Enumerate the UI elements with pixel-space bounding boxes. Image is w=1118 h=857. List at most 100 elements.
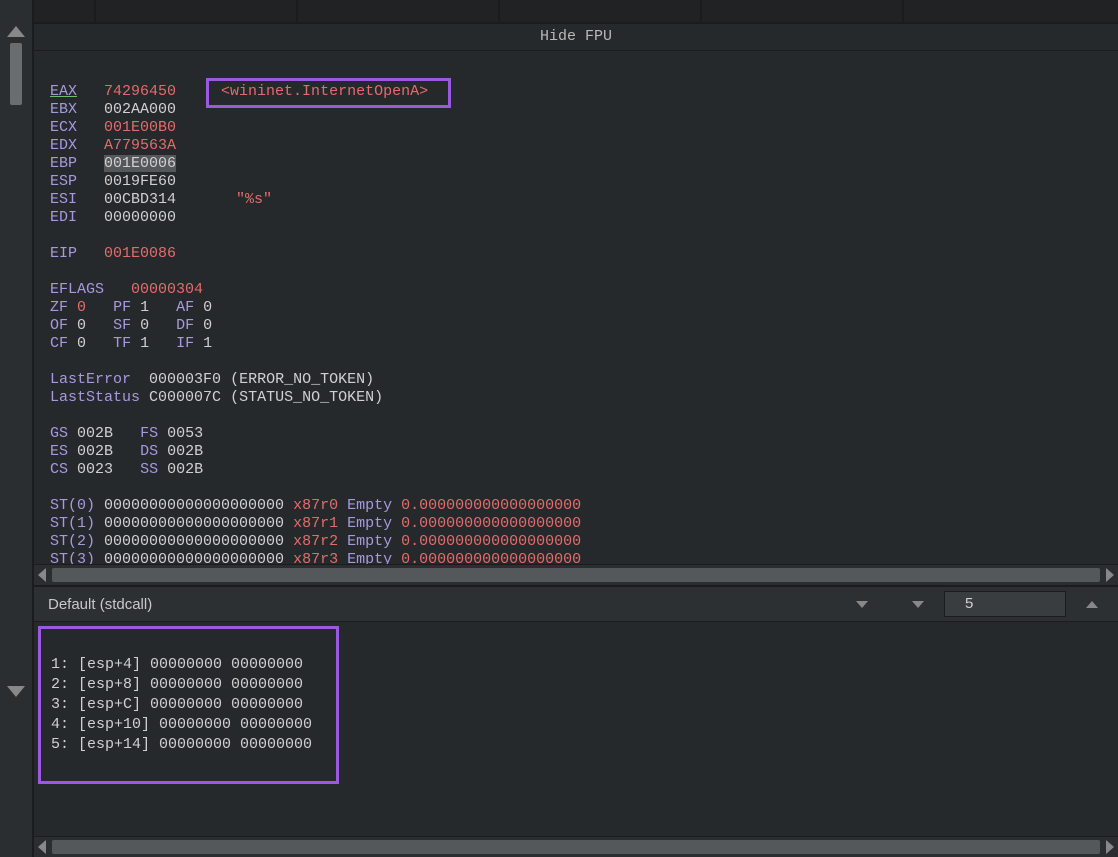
- flag-cf-val[interactable]: 0: [77, 335, 86, 352]
- seg-ss-val[interactable]: 002B: [167, 461, 203, 478]
- flag-of[interactable]: OF: [50, 317, 68, 334]
- arg-count-input[interactable]: 5: [944, 591, 1066, 617]
- fpu-st0-tag: x87r0: [293, 497, 338, 514]
- fpu-st2-state: Empty: [347, 533, 392, 550]
- fpu-st0[interactable]: ST(0): [50, 497, 95, 514]
- reg-label-esp[interactable]: ESP: [50, 173, 77, 190]
- tab-row: [34, 0, 1118, 24]
- flag-zf-val[interactable]: 0: [77, 299, 86, 316]
- arg-row[interactable]: 5: [esp+14] 00000000 00000000: [51, 736, 312, 753]
- registers-hscrollbar[interactable]: [34, 564, 1118, 585]
- scroll-thumb[interactable]: [10, 43, 22, 105]
- fpu-st2-raw[interactable]: 00000000000000000000: [104, 533, 284, 550]
- scroll-down-icon[interactable]: [7, 686, 25, 697]
- args-pane: 1: [esp+4] 00000000 00000000 2: [esp+8] …: [34, 622, 1118, 857]
- fpu-st2-tag: x87r2: [293, 533, 338, 550]
- flag-sf-val[interactable]: 0: [140, 317, 149, 334]
- lasterror-value[interactable]: 000003F0: [149, 371, 221, 388]
- reg-value-edx[interactable]: A779563A: [104, 137, 176, 154]
- flag-df[interactable]: DF: [176, 317, 194, 334]
- reg-value-eip[interactable]: 001E0086: [104, 245, 176, 262]
- args-highlight: 1: [esp+4] 00000000 00000000 2: [esp+8] …: [38, 626, 339, 784]
- reg-label-esi[interactable]: ESI: [50, 191, 77, 208]
- reg-label-ebx[interactable]: EBX: [50, 101, 77, 118]
- seg-gs[interactable]: GS: [50, 425, 68, 442]
- seg-ss[interactable]: SS: [140, 461, 158, 478]
- fpu-st2[interactable]: ST(2): [50, 533, 95, 550]
- laststatus-label[interactable]: LastStatus: [50, 389, 140, 406]
- arg-row[interactable]: 4: [esp+10] 00000000 00000000: [51, 716, 312, 733]
- seg-es-val[interactable]: 002B: [77, 443, 113, 460]
- flag-zf[interactable]: ZF: [50, 299, 68, 316]
- flag-pf-val[interactable]: 1: [140, 299, 149, 316]
- reg-label-eax[interactable]: EAX: [50, 83, 77, 100]
- reg-value-eax[interactable]: 74296450: [104, 83, 176, 100]
- seg-fs[interactable]: FS: [140, 425, 158, 442]
- seg-es[interactable]: ES: [50, 443, 68, 460]
- flag-af[interactable]: AF: [176, 299, 194, 316]
- fpu-st0-raw[interactable]: 00000000000000000000: [104, 497, 284, 514]
- reg-string-esi: "%s": [236, 191, 272, 208]
- fpu-st1-raw[interactable]: 00000000000000000000: [104, 515, 284, 532]
- reg-value-ecx[interactable]: 001E00B0: [104, 119, 176, 136]
- reg-value-esp[interactable]: 0019FE60: [104, 173, 176, 190]
- seg-cs-val[interactable]: 0023: [77, 461, 113, 478]
- flag-if[interactable]: IF: [176, 335, 194, 352]
- reg-label-ebp[interactable]: EBP: [50, 155, 77, 172]
- arg-row[interactable]: 3: [esp+C] 00000000 00000000: [51, 696, 303, 713]
- flag-of-val[interactable]: 0: [77, 317, 86, 334]
- eflags-label[interactable]: EFLAGS: [50, 281, 104, 298]
- scroll-up-icon[interactable]: [7, 26, 25, 37]
- flag-cf[interactable]: CF: [50, 335, 68, 352]
- seg-gs-val[interactable]: 002B: [77, 425, 113, 442]
- arg-row[interactable]: 1: [esp+4] 00000000 00000000: [51, 656, 303, 673]
- reg-label-eip[interactable]: EIP: [50, 245, 77, 262]
- args-hscrollbar[interactable]: [34, 836, 1118, 857]
- scroll-left-icon[interactable]: [38, 840, 46, 854]
- scroll-right-icon[interactable]: [1106, 568, 1114, 582]
- reg-value-ebx[interactable]: 002AA000: [104, 101, 176, 118]
- calling-convention-dropdown[interactable]: Default (stdcall): [34, 596, 844, 613]
- flag-tf[interactable]: TF: [113, 335, 131, 352]
- reg-label-edx[interactable]: EDX: [50, 137, 77, 154]
- fpu-st0-val: 0.000000000000000000: [401, 497, 581, 514]
- laststatus-value[interactable]: C000007C: [149, 389, 221, 406]
- fpu-st1[interactable]: ST(1): [50, 515, 95, 532]
- seg-cs[interactable]: CS: [50, 461, 68, 478]
- fpu-st3-state: Empty: [347, 551, 392, 564]
- lasterror-text: (ERROR_NO_TOKEN): [230, 371, 374, 388]
- flag-df-val[interactable]: 0: [203, 317, 212, 334]
- scroll-right-icon[interactable]: [1106, 840, 1114, 854]
- registers-pane: EAX 74296450<wininet.InternetOpenA> EBX …: [34, 51, 1118, 564]
- flag-pf[interactable]: PF: [113, 299, 131, 316]
- reg-value-ebp[interactable]: 001E0006: [104, 155, 176, 172]
- reg-label-edi[interactable]: EDI: [50, 209, 77, 226]
- seg-fs-val[interactable]: 0053: [167, 425, 203, 442]
- flag-tf-val[interactable]: 1: [140, 335, 149, 352]
- reg-value-edi[interactable]: 00000000: [104, 209, 176, 226]
- scroll-track[interactable]: [52, 568, 1100, 582]
- scroll-left-icon[interactable]: [38, 568, 46, 582]
- fpu-st1-state: Empty: [347, 515, 392, 532]
- chevron-down-icon[interactable]: [856, 601, 868, 608]
- lasterror-label[interactable]: LastError: [50, 371, 131, 388]
- fpu-st1-val: 0.000000000000000000: [401, 515, 581, 532]
- flag-if-val[interactable]: 1: [203, 335, 212, 352]
- laststatus-text: (STATUS_NO_TOKEN): [230, 389, 383, 406]
- fpu-st3-raw[interactable]: 00000000000000000000: [104, 551, 284, 564]
- fpu-st3[interactable]: ST(3): [50, 551, 95, 564]
- arg-row[interactable]: 2: [esp+8] 00000000 00000000: [51, 676, 303, 693]
- hide-fpu-toggle[interactable]: Hide FPU: [34, 24, 1118, 51]
- flag-sf[interactable]: SF: [113, 317, 131, 334]
- fpu-st0-state: Empty: [347, 497, 392, 514]
- lock-down-icon[interactable]: [912, 601, 924, 608]
- seg-ds-val[interactable]: 002B: [167, 443, 203, 460]
- seg-ds[interactable]: DS: [140, 443, 158, 460]
- reg-value-esi[interactable]: 00CBD314: [104, 191, 176, 208]
- reg-label-ecx[interactable]: ECX: [50, 119, 77, 136]
- fpu-st3-tag: x87r3: [293, 551, 338, 564]
- flag-af-val[interactable]: 0: [203, 299, 212, 316]
- scroll-track[interactable]: [52, 840, 1100, 854]
- chevron-up-icon[interactable]: [1086, 601, 1098, 608]
- eflags-value[interactable]: 00000304: [131, 281, 203, 298]
